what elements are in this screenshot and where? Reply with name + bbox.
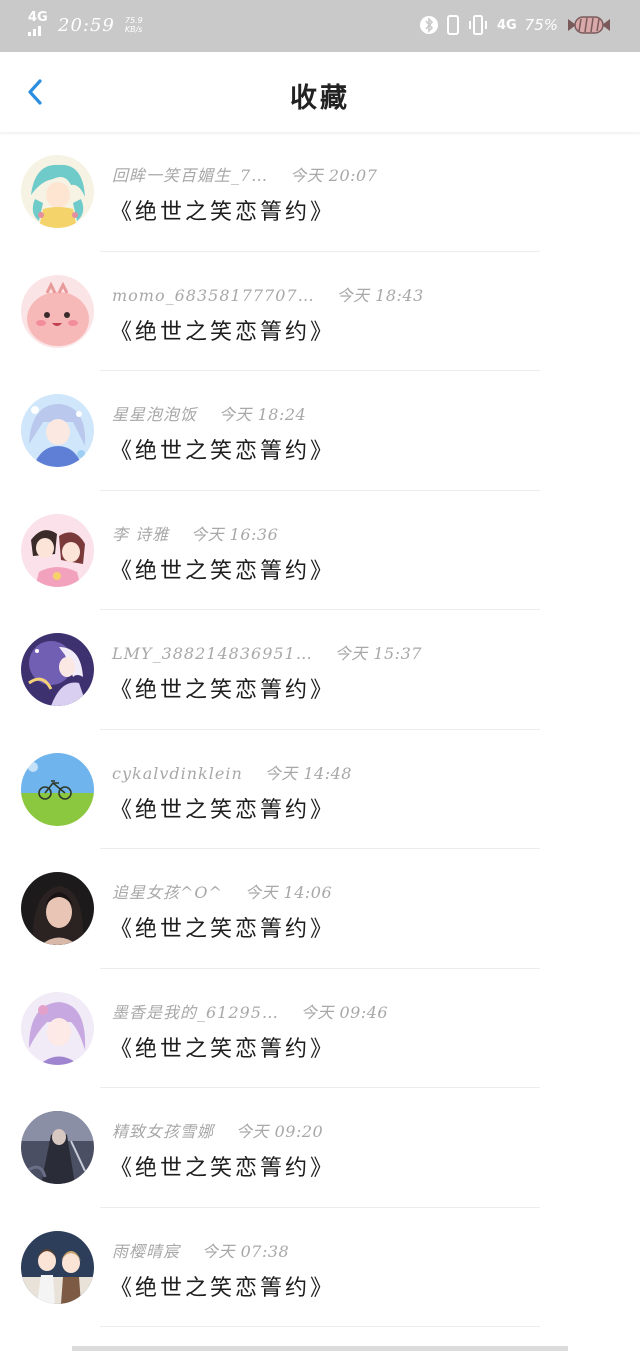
item-meta: 李 诗雅 今天 16:36 [112, 521, 278, 545]
status-right: 4G 75% [419, 14, 612, 36]
item-title: 《绝世之笑恋箐约》 [110, 1275, 336, 1301]
item-title: 《绝世之笑恋箐约》 [110, 319, 336, 345]
item-title: 《绝世之笑恋箐约》 [110, 1156, 336, 1181]
avatar[interactable] [21, 752, 94, 826]
list-item[interactable]: 精致女孩雪娜 今天 09:20 《绝世之笑恋箐约》 [0, 1088, 640, 1208]
item-meta: 追星女孩^O^ 今天 14:06 [112, 879, 332, 903]
timestamp: 今天 14:48 [264, 763, 352, 783]
timestamp: 今天 16:36 [191, 524, 279, 544]
timestamp: 今天 14:06 [244, 883, 333, 902]
timestamp: 今天 15:37 [334, 644, 422, 663]
timestamp: 今天 18:43 [336, 285, 424, 305]
list-item[interactable]: 雨樱晴宸 今天 07:38 《绝世之笑恋箐约》 [0, 1208, 640, 1328]
network-speed-unit: KB/s [124, 25, 143, 34]
avatar[interactable] [21, 872, 94, 945]
status-left: 4G 20:59 75.9 KB/s [28, 10, 143, 38]
favorites-list: 回眸一笑百媚生_7… 今天 20:07 《绝世之笑恋箐约》 momo_68358… [0, 132, 640, 1327]
item-meta: 墨香是我的_61295… 今天 09:46 [112, 999, 388, 1023]
avatar[interactable] [21, 1111, 94, 1184]
username: momo_68358177707… [112, 285, 315, 305]
list-item[interactable]: momo_68358177707… 今天 18:43 《绝世之笑恋箐约》 [0, 252, 640, 372]
signal-icon: 4G [28, 10, 48, 38]
item-title: 《绝世之笑恋箐约》 [110, 558, 336, 584]
avatar[interactable] [21, 991, 94, 1065]
timestamp: 今天 20:07 [290, 166, 378, 185]
username: 李 诗雅 [112, 524, 170, 544]
list-item[interactable]: LMY_388214836951… 今天 15:37 《绝世之笑恋箐约》 [0, 610, 640, 730]
avatar[interactable] [21, 513, 94, 587]
timestamp: 今天 07:38 [202, 1241, 290, 1261]
username: 雨樱晴宸 [112, 1241, 181, 1261]
username: 精致女孩雪娜 [112, 1122, 215, 1141]
username: 星星泡泡饭 [112, 405, 198, 424]
item-title: 《绝世之笑恋箐约》 [110, 917, 336, 942]
avatar[interactable] [21, 1230, 94, 1304]
timestamp: 今天 09:20 [236, 1122, 324, 1141]
vibrate-icon [468, 15, 487, 35]
battery-level: 75% [524, 16, 558, 34]
status-time: 20:59 [58, 14, 115, 36]
username: cykalvdinklein [112, 763, 243, 783]
item-meta: LMY_388214836951… 今天 15:37 [112, 640, 422, 664]
avatar[interactable] [21, 394, 94, 467]
item-meta: 星星泡泡饭 今天 18:24 [112, 401, 306, 425]
username: 追星女孩^O^ [112, 883, 223, 902]
bluetooth-icon [419, 16, 438, 34]
bottom-navigation-bar [72, 1346, 568, 1351]
item-meta: 回眸一笑百媚生_7… 今天 20:07 [112, 162, 377, 186]
list-item[interactable]: cykalvdinklein 今天 14:48 《绝世之笑恋箐约》 [0, 730, 640, 850]
list-item[interactable]: 墨香是我的_61295… 今天 09:46 《绝世之笑恋箐约》 [0, 969, 640, 1089]
status-bar: 4G 20:59 75.9 KB/s 4G 75% [0, 0, 640, 52]
item-title: 《绝世之笑恋箐约》 [110, 797, 336, 823]
list-item[interactable]: 李 诗雅 今天 16:36 《绝世之笑恋箐约》 [0, 491, 640, 611]
item-meta: 精致女孩雪娜 今天 09:20 [112, 1118, 323, 1142]
username: 墨香是我的_61295… [112, 1002, 279, 1022]
list-item[interactable]: 追星女孩^O^ 今天 14:06 《绝世之笑恋箐约》 [0, 849, 640, 969]
sim-card-icon [446, 15, 459, 35]
avatar[interactable] [21, 155, 94, 228]
timestamp: 今天 09:46 [300, 1002, 389, 1022]
item-meta: 雨樱晴宸 今天 07:38 [112, 1238, 289, 1262]
list-item[interactable]: 星星泡泡饭 今天 18:24 《绝世之笑恋箐约》 [0, 371, 640, 491]
network-speed-value: 75.9 [124, 16, 143, 25]
network-type-right: 4G [496, 17, 517, 33]
item-title: 《绝世之笑恋箐约》 [110, 678, 336, 703]
item-title: 《绝世之笑恋箐约》 [110, 439, 336, 464]
network-speed: 75.9 KB/s [125, 16, 143, 34]
username: LMY_388214836951… [112, 644, 313, 663]
network-type-label: 4G [28, 10, 48, 25]
avatar[interactable] [21, 633, 94, 706]
candy-battery-icon [568, 16, 610, 34]
item-meta: momo_68358177707… 今天 18:43 [112, 282, 424, 306]
username: 回眸一笑百媚生_7… [112, 166, 269, 185]
page-header: 收藏 [0, 52, 640, 132]
page-title: 收藏 [290, 83, 350, 114]
avatar[interactable] [21, 274, 94, 348]
item-title: 《绝世之笑恋箐约》 [110, 1036, 336, 1062]
list-item[interactable]: 回眸一笑百媚生_7… 今天 20:07 《绝世之笑恋箐约》 [0, 132, 640, 252]
timestamp: 今天 18:24 [219, 405, 307, 424]
item-title: 《绝世之笑恋箐约》 [110, 200, 336, 225]
item-meta: cykalvdinklein 今天 14:48 [112, 760, 352, 784]
